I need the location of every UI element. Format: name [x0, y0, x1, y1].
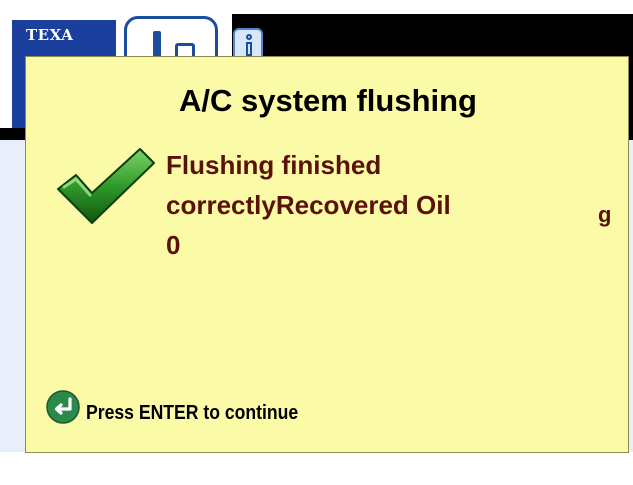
info-icon-dot [246, 34, 252, 40]
message-line-3: 0 [166, 230, 181, 260]
message-line-1: Flushing finished [166, 150, 382, 180]
enter-instruction: Press ENTER to continue [86, 401, 299, 424]
info-icon-stem [246, 42, 252, 56]
checkmark-icon [57, 148, 155, 224]
app-bottom-strip [0, 452, 633, 485]
message-line-2: correctlyRecovered Oil [166, 190, 451, 220]
logo-text: TEXA [26, 26, 74, 44]
enter-key-icon[interactable] [46, 390, 80, 424]
screen: TEXA A/C system flushing Flushing finish… [0, 0, 633, 485]
status-message: Flushing finished correctlyRecovered Oil… [166, 145, 546, 265]
flushing-dialog: A/C system flushing Flushing finished co… [25, 56, 629, 453]
clipped-text: g [598, 202, 612, 227]
dialog-title: A/C system flushing [179, 83, 477, 118]
dialog-footer: Press ENTER to continue [46, 387, 327, 427]
